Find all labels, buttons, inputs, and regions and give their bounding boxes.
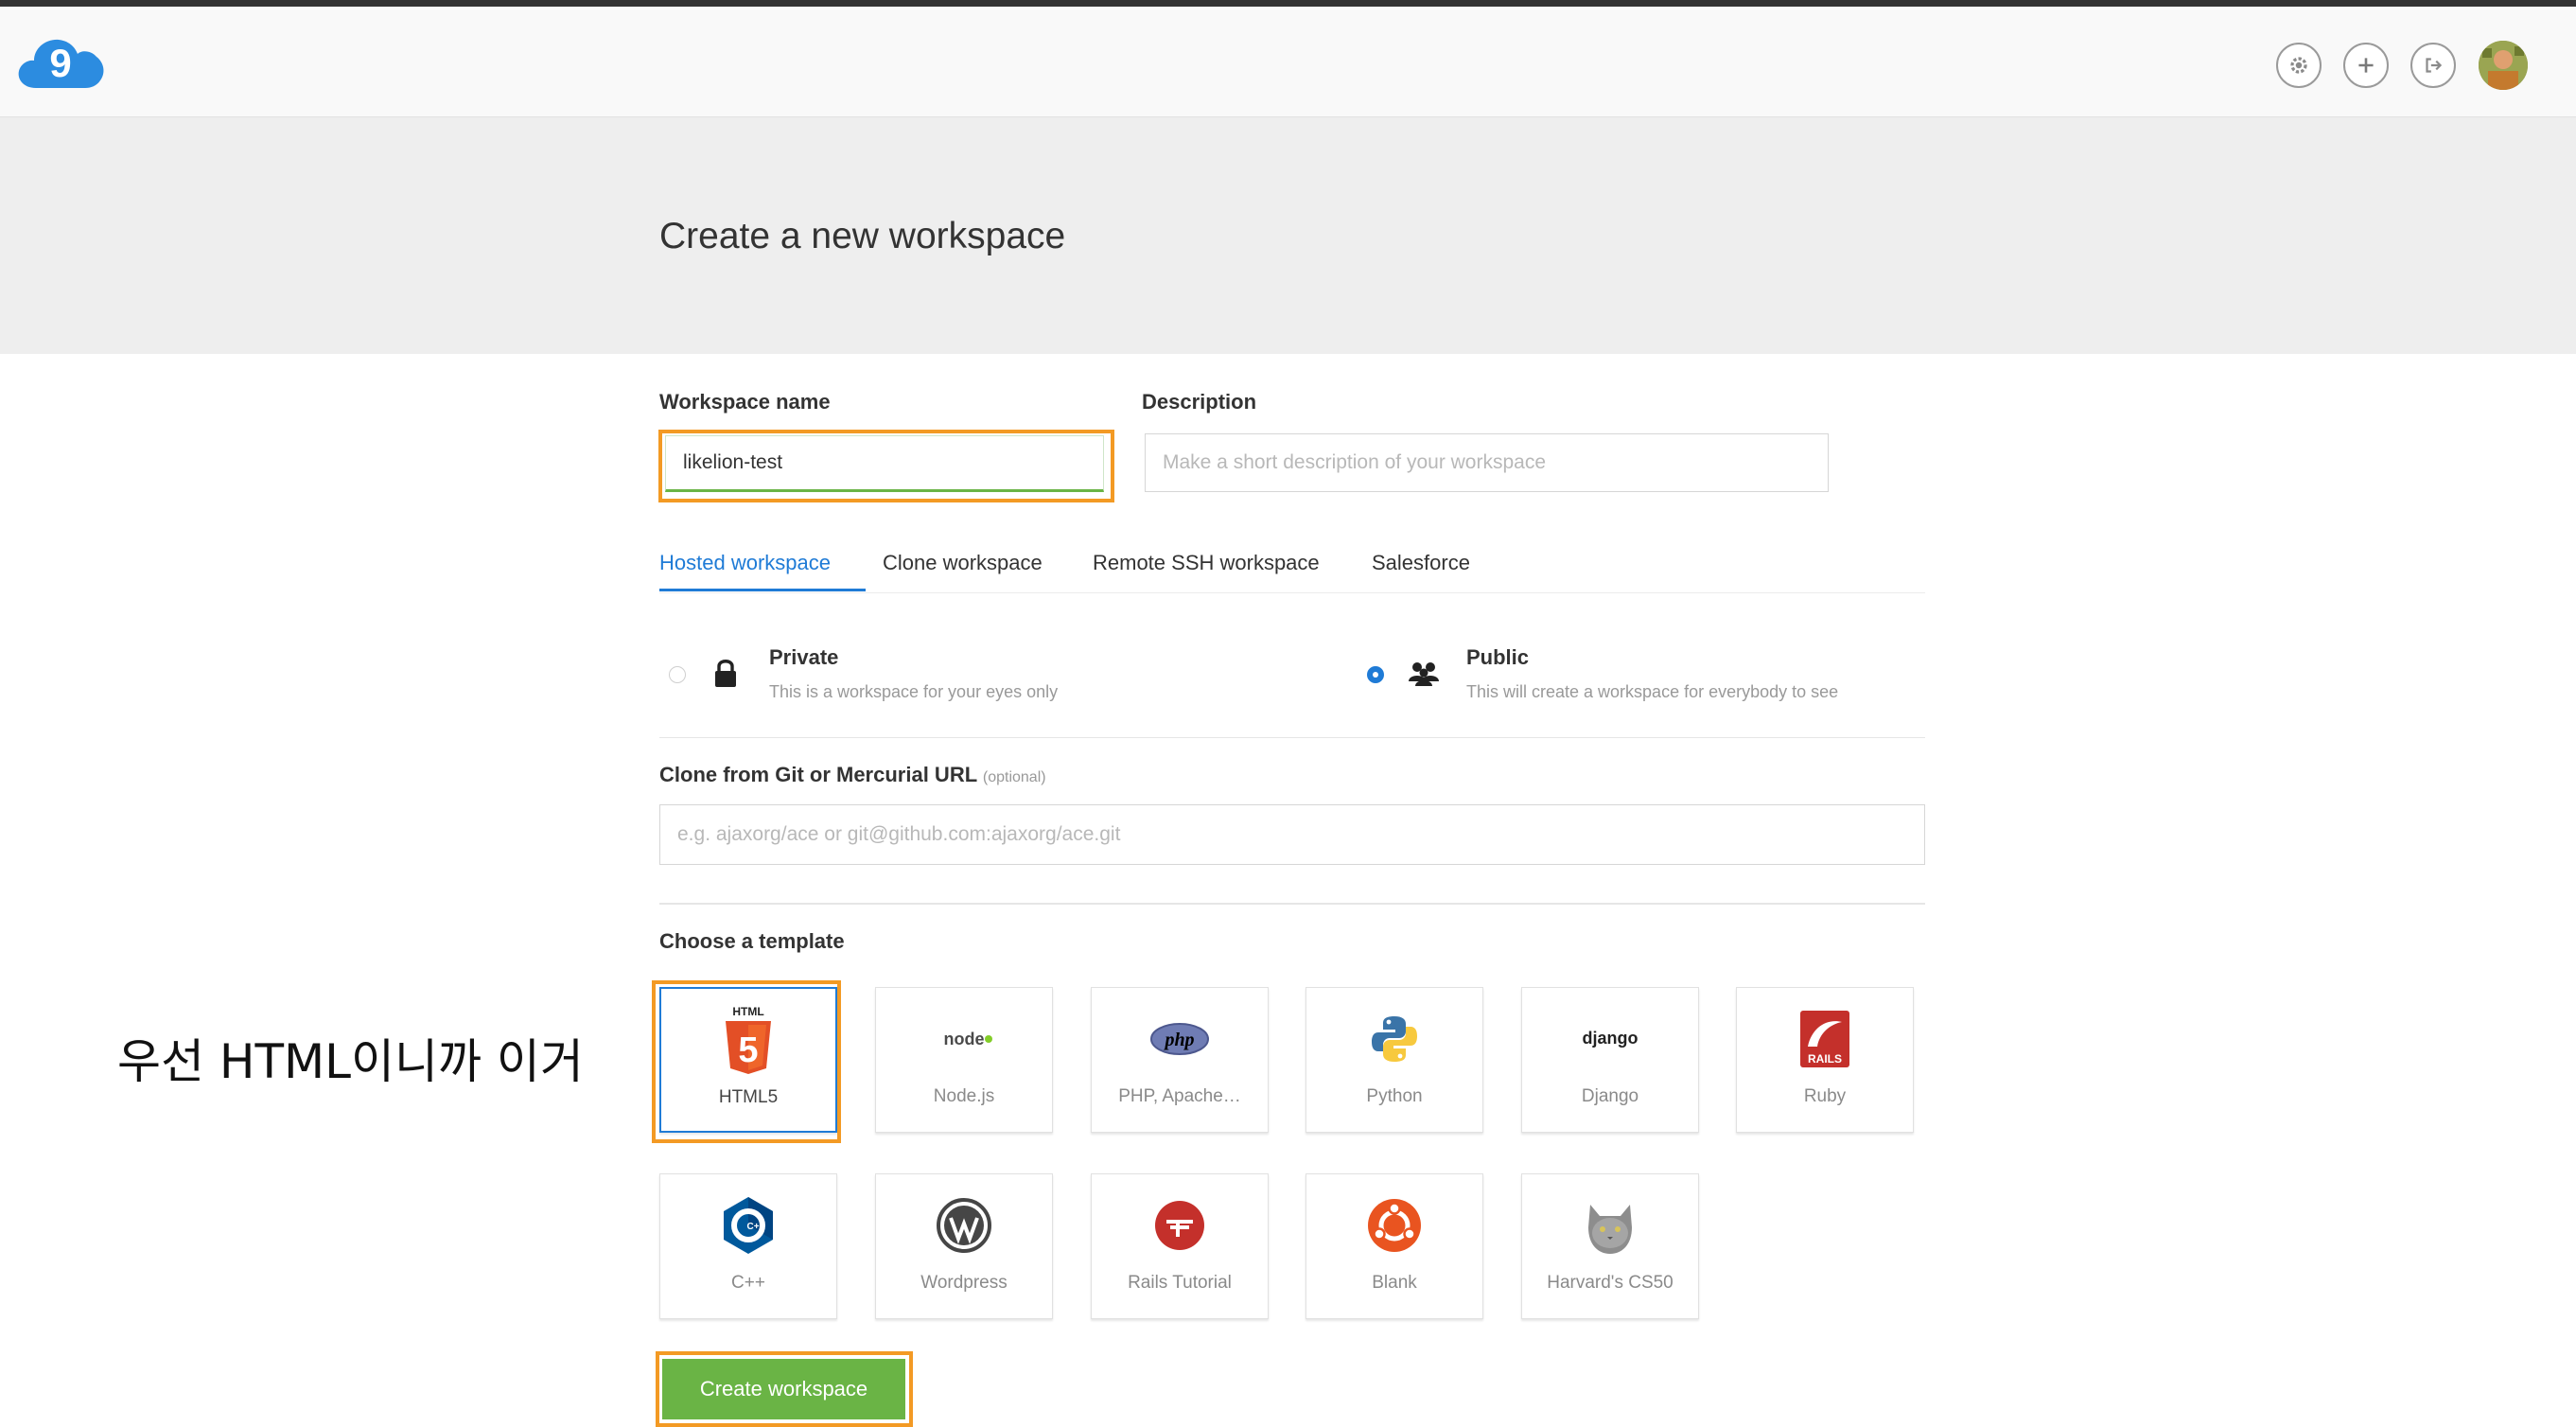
template-label: Django: [1581, 1086, 1639, 1106]
settings-button[interactable]: [2276, 43, 2322, 88]
clone-url-label-text: Clone from Git or Mercurial URL: [659, 763, 977, 786]
template-label: Ruby: [1803, 1086, 1847, 1106]
template-cpp[interactable]: C++ C++: [659, 1173, 837, 1319]
template-label: Blank: [1372, 1273, 1417, 1293]
logout-button[interactable]: [2410, 43, 2456, 88]
cloud9-logo[interactable]: 9: [15, 31, 108, 97]
top-bar: 9: [0, 7, 2576, 117]
page-banner: Create a new workspace: [0, 117, 2576, 354]
window-top-border: [0, 0, 2576, 7]
template-label: Rails Tutorial: [1128, 1273, 1232, 1293]
django-logo-text: django: [1583, 1029, 1638, 1048]
cs50-cat-icon: [1580, 1195, 1640, 1256]
active-tab-underline: [659, 589, 866, 591]
php-logo-text: php: [1163, 1030, 1194, 1050]
template-blank[interactable]: Blank: [1306, 1173, 1483, 1319]
new-workspace-button[interactable]: [2343, 43, 2389, 88]
private-description: This is a workspace for your eyes only: [769, 682, 1059, 701]
tab-remote-ssh-workspace[interactable]: Remote SSH workspace: [1093, 551, 1320, 575]
template-label: Node.js: [933, 1086, 995, 1106]
template-label: C++: [731, 1273, 765, 1293]
wordpress-icon: [934, 1195, 994, 1256]
clone-url-label: Clone from Git or Mercurial URL (optiona…: [659, 763, 1046, 787]
template-cs50[interactable]: Harvard's CS50: [1521, 1173, 1699, 1319]
clone-divider: [659, 903, 1925, 905]
template-ruby[interactable]: RAILS Ruby: [1736, 987, 1914, 1133]
template-label: Wordpress: [920, 1273, 1008, 1293]
template-python[interactable]: Python: [1306, 987, 1483, 1133]
template-wordpress[interactable]: Wordpress: [875, 1173, 1053, 1319]
template-django[interactable]: django Django: [1521, 987, 1699, 1133]
python-icon: [1364, 1009, 1425, 1069]
description-input[interactable]: [1145, 433, 1829, 492]
django-icon: django: [1580, 1009, 1640, 1069]
tab-divider: [659, 592, 1925, 593]
template-label: Python: [1366, 1086, 1423, 1106]
template-html5-highlight: [652, 980, 841, 1143]
cpp-logo-text: C++: [747, 1222, 765, 1232]
lock-icon: [715, 660, 736, 687]
rails-logo-text: RAILS: [1808, 1052, 1842, 1066]
tab-hosted-workspace[interactable]: Hosted workspace: [659, 551, 831, 575]
public-title: Public: [1466, 645, 1530, 669]
private-radio[interactable]: [669, 666, 686, 683]
user-avatar[interactable]: [2479, 41, 2528, 90]
template-php[interactable]: php PHP, Apache…: [1091, 987, 1269, 1133]
template-nodejs[interactable]: node Node.js: [875, 987, 1053, 1133]
public-description: This will create a workspace for everybo…: [1466, 682, 1839, 701]
tab-clone-workspace[interactable]: Clone workspace: [883, 551, 1043, 575]
plus-icon: [2358, 58, 2374, 73]
ubuntu-icon: [1364, 1195, 1425, 1256]
gear-icon: [2290, 57, 2307, 74]
cpp-icon: C++: [718, 1195, 779, 1256]
logo-digit: 9: [49, 41, 71, 85]
template-rails-tutorial[interactable]: Rails Tutorial: [1091, 1173, 1269, 1319]
template-label: PHP, Apache…: [1118, 1086, 1241, 1106]
tab-salesforce[interactable]: Salesforce: [1372, 551, 1470, 575]
clone-url-input[interactable]: [659, 804, 1925, 865]
php-icon: php: [1149, 1009, 1210, 1069]
rails-icon: RAILS: [1795, 1009, 1855, 1069]
nodejs-icon: node: [934, 1009, 994, 1069]
optional-note: (optional): [982, 769, 1046, 785]
avatar-image: [2479, 41, 2528, 90]
workspace-name-label: Workspace name: [659, 390, 831, 414]
visibility-divider: [659, 737, 1925, 738]
logout-icon: [2426, 58, 2443, 73]
annotation-text: 우선 HTML이니까 이거: [117, 1034, 584, 1089]
page-title: Create a new workspace: [659, 216, 1066, 256]
create-button-highlight: [656, 1351, 913, 1427]
public-radio[interactable]: [1367, 666, 1384, 683]
template-label: Harvard's CS50: [1547, 1273, 1674, 1293]
description-label: Description: [1142, 390, 1257, 414]
choose-template-label: Choose a template: [659, 929, 845, 953]
workspace-name-highlight: [658, 430, 1114, 502]
rails-tutorial-icon: [1149, 1195, 1210, 1256]
private-title: Private: [769, 645, 839, 669]
nodejs-logo-text: node: [944, 1030, 985, 1048]
users-icon: [1409, 662, 1439, 686]
